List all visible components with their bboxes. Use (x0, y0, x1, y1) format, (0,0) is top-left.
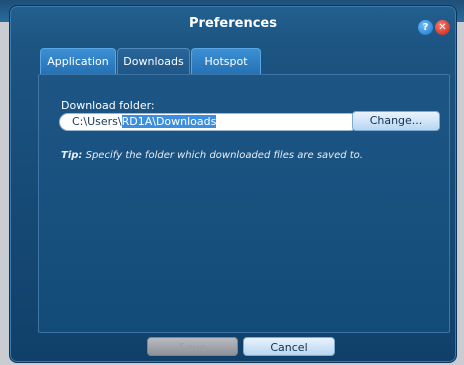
folder-path-selected: RD1A\Downloads (121, 115, 217, 128)
help-icon[interactable]: ? (418, 20, 433, 35)
tip-message: Specify the folder which downloaded file… (85, 150, 363, 161)
tip-prefix: Tip: (61, 150, 83, 161)
save-button[interactable]: Save (147, 337, 238, 356)
dialog-title: Preferences (189, 16, 277, 31)
tab-application[interactable]: Application (40, 48, 116, 75)
cancel-button[interactable]: Cancel (243, 337, 335, 356)
tab-downloads[interactable]: Downloads (117, 48, 190, 76)
preferences-dialog: Preferences ? ✕ Application Downloads Ho… (9, 5, 457, 363)
tab-hotspot[interactable]: Hotspot (191, 48, 261, 75)
tip-text: Tip: Specify the folder which downloaded… (61, 150, 363, 161)
change-folder-button[interactable]: Change... (352, 111, 440, 131)
folder-path-prefix: C:\Users\ (72, 115, 122, 128)
download-folder-field[interactable]: C:\Users\RD1A\Downloads (59, 113, 359, 131)
close-icon[interactable]: ✕ (435, 20, 450, 35)
download-folder-label: Download folder: (61, 99, 155, 112)
downloads-panel: Download folder: C:\Users\RD1A\Downloads… (38, 74, 450, 333)
